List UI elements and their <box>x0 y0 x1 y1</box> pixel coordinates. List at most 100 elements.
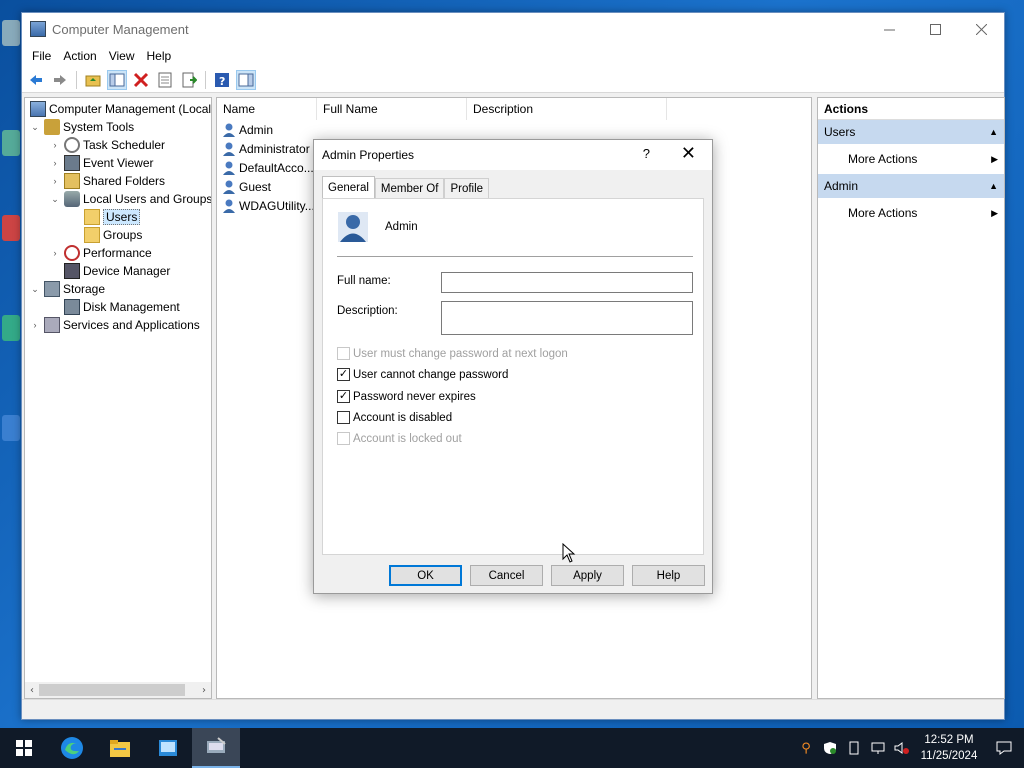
tree-item-storage[interactable]: ⌄ Storage <box>29 280 105 298</box>
help-dialog-button[interactable]: Help <box>632 565 705 586</box>
desktop-icon-recycle-bin[interactable] <box>2 20 20 46</box>
forward-button[interactable] <box>50 70 70 90</box>
tab-general[interactable]: General <box>322 176 375 198</box>
taskbar-file-explorer[interactable] <box>96 728 144 768</box>
actions-section-admin[interactable]: Admin ▲ <box>818 174 1004 198</box>
dialog-close-button[interactable]: ✕ <box>681 143 696 164</box>
column-header-full-name[interactable]: Full Name <box>317 98 467 120</box>
ok-button[interactable]: OK <box>389 565 462 586</box>
menu-file[interactable]: File <box>26 49 57 63</box>
taskbar-edge[interactable] <box>48 728 96 768</box>
close-window-button[interactable] <box>958 13 1004 45</box>
tree-item-event-viewer[interactable]: › Event Viewer <box>49 154 153 172</box>
dialog-title: Admin Properties <box>322 148 415 162</box>
back-button[interactable] <box>26 70 46 90</box>
device-tray-icon[interactable] <box>842 741 866 755</box>
actions-title: Actions <box>818 98 1004 120</box>
notification-center-button[interactable] <box>984 740 1024 756</box>
toolbar: ? <box>22 67 1004 93</box>
tab-profile[interactable]: Profile <box>444 178 490 198</box>
more-actions-admin[interactable]: More Actions ▶ <box>818 198 1004 228</box>
network-icon[interactable] <box>866 741 890 755</box>
show-action-pane-button[interactable] <box>236 69 256 90</box>
tree-item-shared-folders[interactable]: › Shared Folders <box>49 172 165 190</box>
tree-horizontal-scrollbar[interactable]: ‹ › <box>25 682 211 698</box>
collapse-up-icon[interactable]: ▲ <box>989 181 998 191</box>
tree-item-local-users-groups[interactable]: ⌄ Local Users and Groups <box>49 190 211 208</box>
tree-item-performance[interactable]: › Performance <box>49 244 152 262</box>
collapse-up-icon[interactable]: ▲ <box>989 127 998 137</box>
checkbox-box[interactable] <box>337 411 350 424</box>
security-shield-icon[interactable] <box>818 741 842 755</box>
menu-help[interactable]: Help <box>141 49 178 63</box>
chevron-right-icon[interactable]: › <box>49 140 61 150</box>
tree-item-disk-management[interactable]: Disk Management <box>61 298 180 316</box>
start-button[interactable] <box>0 728 48 768</box>
tree-item-groups[interactable]: Groups <box>81 226 142 244</box>
system-tray: ⚲ 12:52 PM 11/25/2024 <box>794 728 1024 768</box>
cancel-button[interactable]: Cancel <box>470 565 543 586</box>
checkmark-icon[interactable]: ✓ <box>337 390 350 403</box>
chevron-down-icon[interactable]: ⌄ <box>29 122 41 133</box>
chevron-right-icon[interactable]: › <box>49 158 61 168</box>
desktop-icon[interactable] <box>2 315 20 341</box>
chevron-down-icon[interactable]: ⌄ <box>49 194 61 205</box>
account-disabled-checkbox[interactable]: Account is disabled <box>337 411 452 424</box>
clock-icon <box>64 137 80 153</box>
export-list-button[interactable] <box>179 70 199 90</box>
menu-view[interactable]: View <box>103 49 141 63</box>
scrollbar-thumb[interactable] <box>39 684 185 696</box>
checkbox-box[interactable] <box>337 347 350 360</box>
scroll-left-icon[interactable]: ‹ <box>25 685 39 696</box>
chevron-right-icon[interactable]: › <box>29 320 41 330</box>
description-label: Description: <box>337 305 398 317</box>
list-item[interactable]: Admin <box>217 120 811 139</box>
tree-item-users[interactable]: Users <box>81 208 141 226</box>
volume-muted-icon[interactable] <box>890 741 914 755</box>
computer-management-icon <box>207 737 226 753</box>
maximize-button[interactable] <box>912 13 958 45</box>
taskbar-computer-management[interactable] <box>192 728 240 768</box>
list-header: Name Full Name Description <box>217 98 811 120</box>
desktop-icon[interactable] <box>2 415 20 441</box>
chevron-right-icon[interactable]: › <box>49 248 61 258</box>
checkmark-icon[interactable]: ✓ <box>337 368 350 381</box>
tree-item-system-tools[interactable]: ⌄ System Tools <box>29 118 134 136</box>
desktop-icon[interactable] <box>2 130 20 156</box>
must-change-password-checkbox[interactable]: User must change password at next logon <box>337 347 568 360</box>
tree-item-device-manager[interactable]: Device Manager <box>61 262 170 280</box>
account-locked-out-checkbox[interactable]: Account is locked out <box>337 432 462 445</box>
actions-section-users[interactable]: Users ▲ <box>818 120 1004 144</box>
tree-item-root[interactable]: Computer Management (Local <box>27 100 211 118</box>
show-hide-tree-button[interactable] <box>107 69 127 90</box>
chevron-right-icon[interactable]: › <box>49 176 61 186</box>
cannot-change-password-checkbox[interactable]: ✓ User cannot change password <box>337 368 508 381</box>
up-folder-button[interactable] <box>83 70 103 90</box>
taskbar-app[interactable] <box>144 728 192 768</box>
tab-member-of[interactable]: Member Of <box>374 178 445 198</box>
delete-button[interactable] <box>131 70 151 90</box>
general-tab-panel: Admin Full name: Description: User must … <box>322 198 704 555</box>
scroll-right-icon[interactable]: › <box>197 685 211 696</box>
chevron-down-icon[interactable]: ⌄ <box>29 284 41 295</box>
column-header-name[interactable]: Name <box>217 98 317 120</box>
properties-button[interactable] <box>155 70 175 90</box>
more-actions-users[interactable]: More Actions ▶ <box>818 144 1004 174</box>
dialog-help-button[interactable]: ? <box>643 146 650 161</box>
checkbox-box[interactable] <box>337 432 350 445</box>
description-field[interactable] <box>441 301 693 335</box>
password-never-expires-checkbox[interactable]: ✓ Password never expires <box>337 390 476 403</box>
column-header-description[interactable]: Description <box>467 98 667 120</box>
search-tray-icon[interactable]: ⚲ <box>794 741 818 756</box>
taskbar-clock[interactable]: 12:52 PM 11/25/2024 <box>914 732 984 764</box>
help-button[interactable]: ? <box>212 70 232 90</box>
menu-action[interactable]: Action <box>57 49 102 63</box>
tree-item-task-scheduler[interactable]: › Task Scheduler <box>49 136 165 154</box>
tree-item-services-apps[interactable]: › Services and Applications <box>29 316 200 334</box>
minimize-button[interactable] <box>866 13 912 45</box>
folder-icon <box>84 227 100 243</box>
full-name-field[interactable] <box>441 272 693 293</box>
desktop-icon[interactable] <box>2 215 20 241</box>
mouse-cursor-icon <box>562 542 576 566</box>
apply-button[interactable]: Apply <box>551 565 624 586</box>
